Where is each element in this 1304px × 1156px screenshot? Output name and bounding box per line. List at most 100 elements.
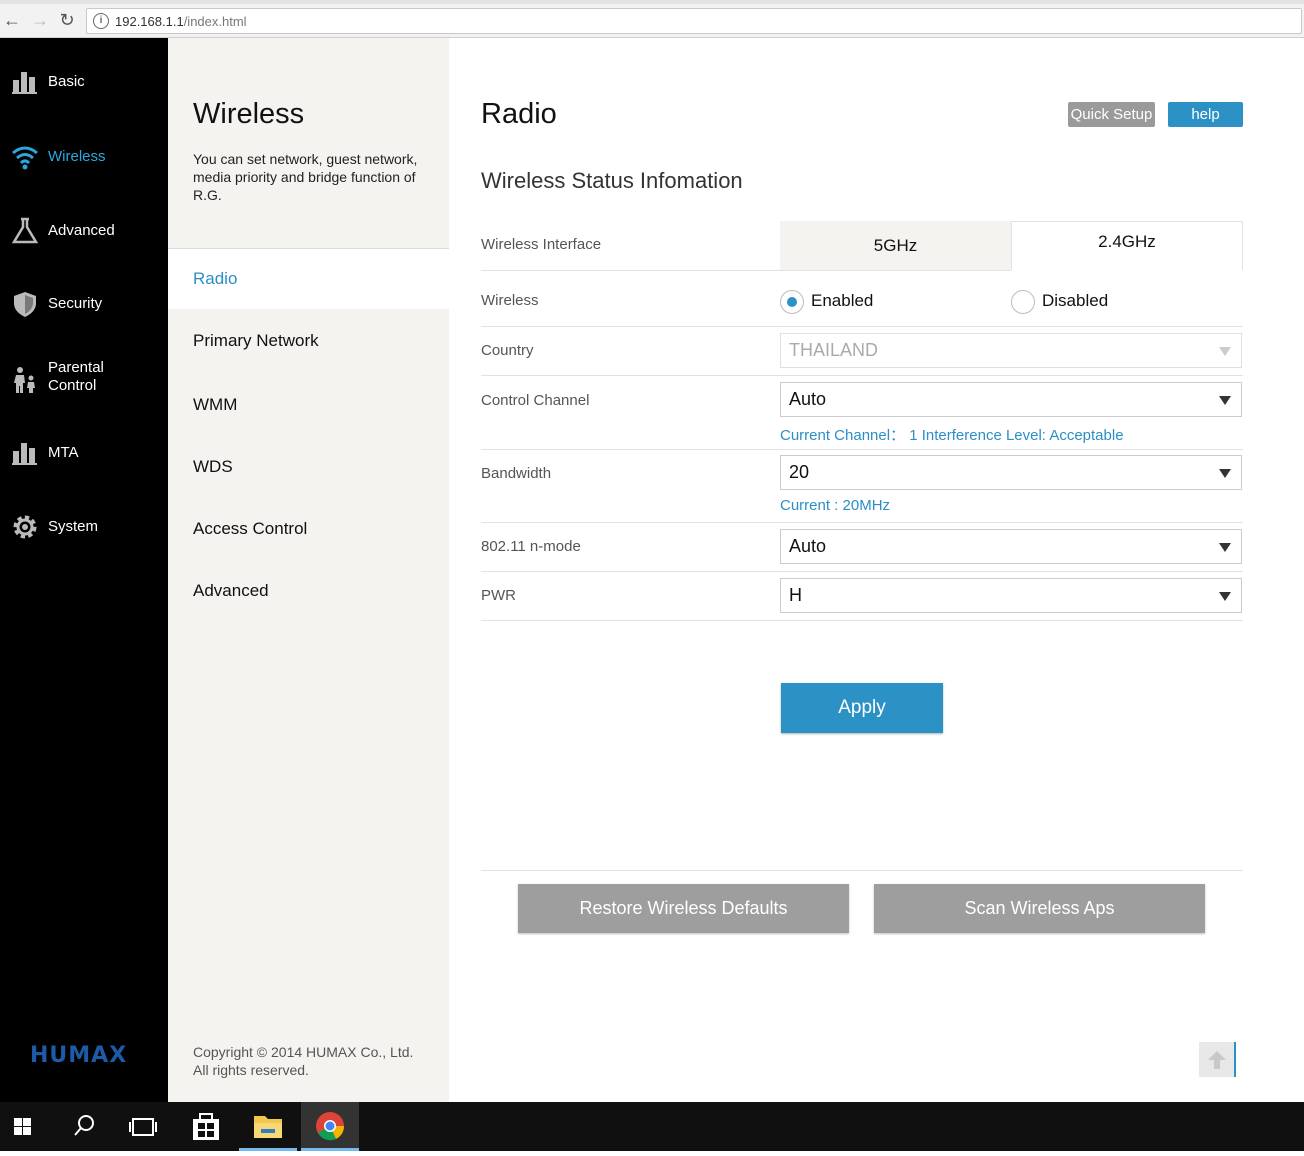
sidebar-item-label: Basic	[48, 73, 85, 90]
apply-button[interactable]: Apply	[781, 683, 943, 733]
row-divider	[780, 270, 1011, 271]
control-channel-select[interactable]: Auto	[780, 382, 1242, 417]
help-button[interactable]: help	[1168, 102, 1243, 127]
submenu-title: Wireless	[193, 98, 305, 130]
wifi-icon	[12, 146, 38, 170]
tab-5ghz[interactable]: 5GHz	[780, 221, 1011, 270]
gear-icon	[13, 515, 37, 539]
row-divider	[481, 870, 1243, 871]
sidebar-item-wireless[interactable]: Wireless	[0, 143, 168, 193]
scroll-to-top-button[interactable]	[1199, 1042, 1236, 1077]
country-select: THAILAND	[780, 333, 1242, 368]
bandwidth-select[interactable]: 20	[780, 455, 1242, 490]
humax-logo: HUMAX	[30, 1043, 128, 1068]
sidebar-item-advanced[interactable]: Advanced	[0, 217, 168, 267]
sidebar-item-basic[interactable]: Basic	[0, 68, 168, 118]
chrome-icon[interactable]	[301, 1102, 359, 1151]
radio-label: Disabled	[1042, 291, 1109, 310]
pwr-label: PWR	[481, 587, 516, 604]
page-title: Radio	[481, 98, 557, 130]
copyright: Copyright © 2014 HUMAX Co., Ltd. All rig…	[193, 1043, 413, 1079]
bandwidth-label: Bandwidth	[481, 465, 552, 482]
select-value: Auto	[789, 536, 827, 556]
url-host: 192.168.1.1	[115, 14, 184, 29]
radio-circle	[780, 290, 804, 314]
bandwidth-hint: Current : 20MHz	[780, 497, 891, 514]
submenu-item-wds[interactable]: WDS	[168, 437, 449, 497]
row-divider	[481, 620, 1243, 621]
submenu-item-wmm[interactable]: WMM	[168, 375, 449, 435]
sidebar-item-label: Advanced	[48, 222, 115, 239]
row-divider	[481, 270, 780, 271]
sidebar-item-mta[interactable]: MTA	[0, 439, 168, 489]
row-divider	[481, 522, 1243, 523]
country-label: Country	[481, 342, 534, 359]
os-taskbar	[0, 1102, 1304, 1151]
copyright-line1: Copyright © 2014 HUMAX Co., Ltd.	[193, 1044, 414, 1060]
wireless-label: Wireless	[481, 292, 539, 309]
task-view-icon[interactable]	[114, 1102, 172, 1151]
select-value: THAILAND	[789, 340, 879, 360]
info-icon[interactable]: i	[93, 13, 109, 29]
tab-2-4ghz[interactable]: 2.4GHz	[1011, 221, 1243, 270]
row-divider	[481, 326, 1243, 327]
main-content: Radio Quick Setup help Wireless Status I…	[449, 38, 1304, 1102]
restore-wireless-defaults-button[interactable]: Restore Wireless Defaults	[518, 884, 849, 933]
shield-icon	[14, 292, 36, 317]
row-divider	[481, 571, 1243, 572]
chevron-down-icon	[1219, 347, 1231, 356]
arrow-up-icon	[1208, 1051, 1226, 1069]
sidebar-item-system[interactable]: System	[0, 513, 168, 563]
row-divider	[481, 375, 1243, 376]
store-icon[interactable]	[177, 1102, 235, 1151]
parental-icon	[14, 367, 35, 393]
reload-icon[interactable]: ↻	[57, 10, 77, 30]
control-channel-label: Control Channel	[481, 392, 590, 409]
sidebar-item-label: MTA	[48, 444, 79, 461]
sidebar-label-line1: Parental	[48, 359, 104, 376]
url-path: /index.html	[183, 14, 247, 29]
wireless-interface-label: Wireless Interface	[481, 236, 602, 253]
quick-setup-button[interactable]: Quick Setup	[1068, 102, 1155, 127]
forward-icon[interactable]: →	[30, 10, 50, 30]
row-divider	[481, 449, 1243, 450]
file-explorer-icon[interactable]	[239, 1102, 297, 1151]
pwr-select[interactable]: H	[780, 578, 1242, 613]
url-text[interactable]: 192.168.1.1/index.html	[115, 14, 247, 29]
windows-start-icon[interactable]	[0, 1102, 58, 1151]
chevron-down-icon	[1219, 543, 1231, 552]
search-icon[interactable]	[55, 1102, 113, 1151]
chevron-down-icon	[1219, 592, 1231, 601]
nmode-select[interactable]: Auto	[780, 529, 1242, 564]
sidebar-item-parental-control[interactable]: Parental Control	[0, 358, 168, 418]
back-icon[interactable]: ←	[2, 10, 22, 30]
submenu-item-primary-network[interactable]: Primary Network	[168, 311, 449, 371]
sidebar-item-label: Parental Control	[48, 359, 104, 395]
sidebar-item-label: Wireless	[48, 148, 106, 165]
section-title: Wireless Status Infomation	[481, 168, 743, 193]
wireless-submenu: Wireless You can set network, guest netw…	[168, 38, 449, 1102]
radio-circle	[1011, 290, 1035, 314]
select-value: 20	[789, 462, 810, 482]
copyright-line2: All rights reserved.	[193, 1062, 309, 1078]
browser-toolbar: ← → ↻ i 192.168.1.1/index.html	[0, 0, 1304, 38]
select-value: H	[789, 585, 802, 605]
submenu-item-access-control[interactable]: Access Control	[168, 499, 449, 559]
submenu-item-advanced[interactable]: Advanced	[168, 561, 449, 621]
main-sidebar: Basic Wireless Advanced Security Parenta…	[0, 38, 168, 1102]
flask-icon	[11, 217, 39, 244]
chevron-down-icon	[1219, 469, 1231, 478]
sidebar-item-security[interactable]: Security	[0, 290, 168, 340]
select-value: Auto	[789, 389, 827, 409]
sidebar-label-line2: Control	[48, 377, 97, 394]
address-bar[interactable]: i 192.168.1.1/index.html	[86, 8, 1302, 34]
scan-wireless-aps-button[interactable]: Scan Wireless Aps	[874, 884, 1205, 933]
radio-label: Enabled	[811, 291, 874, 310]
nmode-label: 802.11 n-mode	[481, 538, 581, 555]
submenu-description: You can set network, guest network, medi…	[193, 151, 418, 203]
submenu-item-radio[interactable]: Radio	[168, 249, 449, 309]
bar-chart-icon	[12, 72, 37, 94]
sidebar-item-label: Security	[48, 295, 103, 312]
bar-chart-icon	[12, 443, 37, 465]
sidebar-item-label: System	[48, 518, 99, 535]
